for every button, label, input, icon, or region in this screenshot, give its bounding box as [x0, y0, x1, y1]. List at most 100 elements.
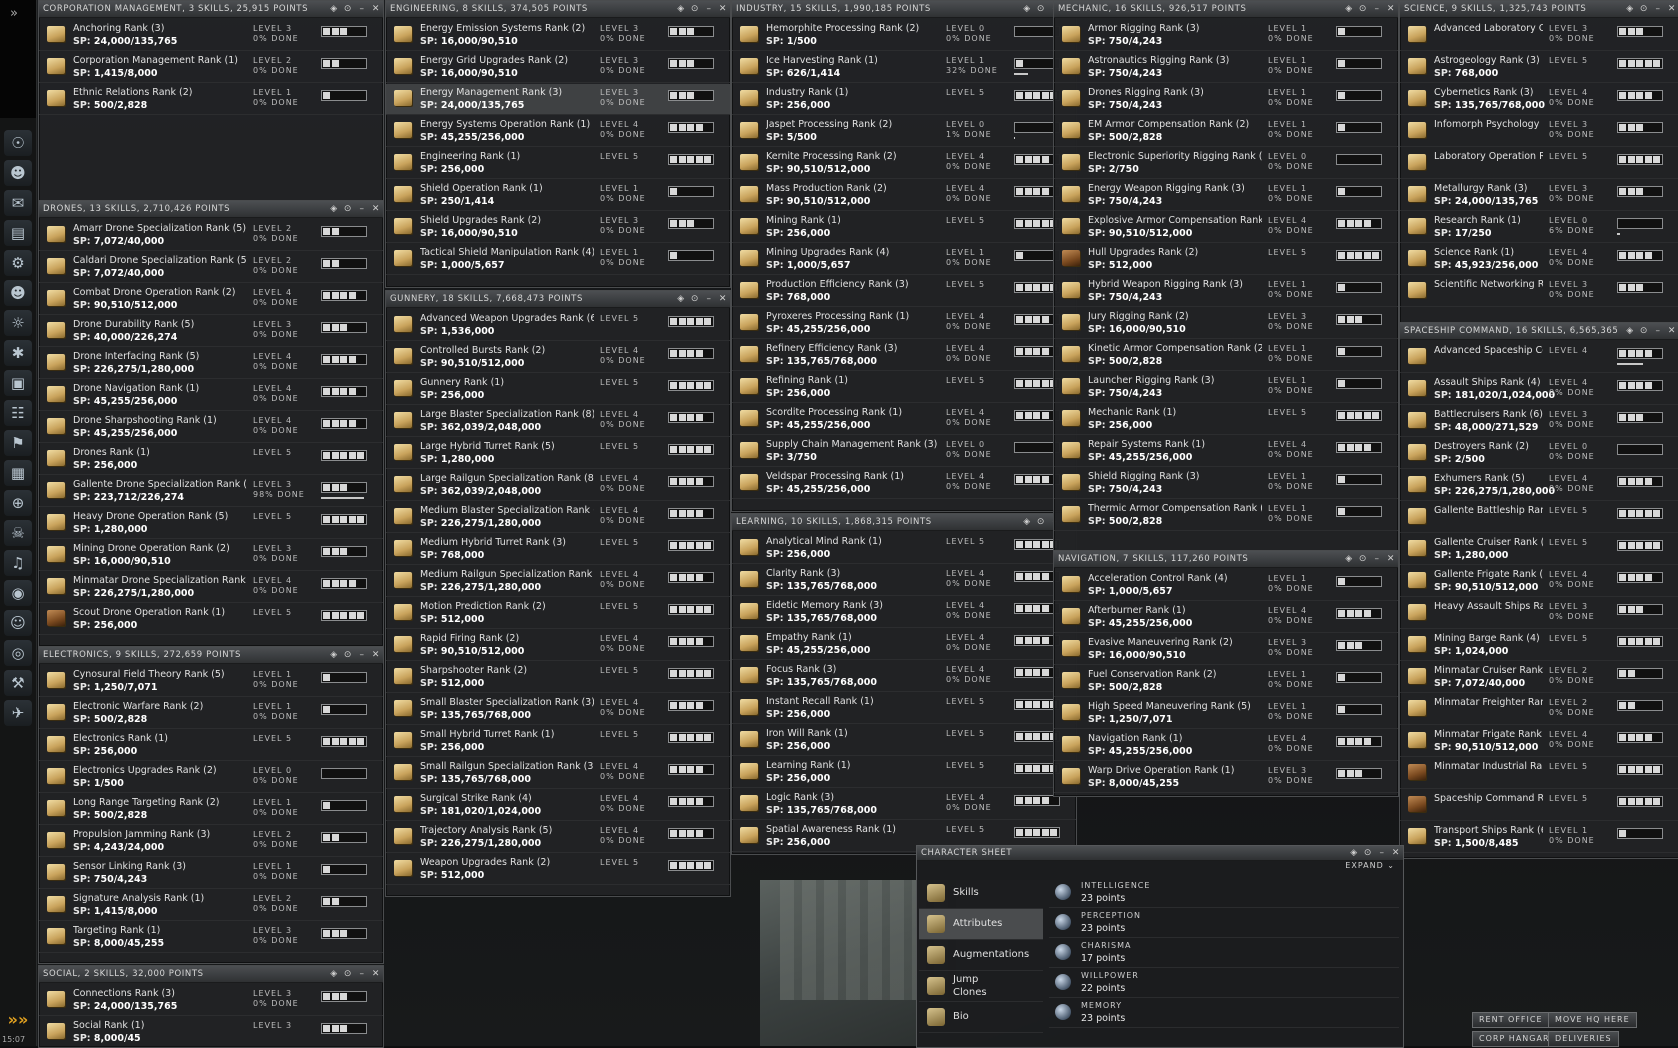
close-icon[interactable]: ✕: [369, 650, 383, 660]
portrait-icon[interactable]: ☉: [4, 130, 32, 156]
minimize-icon[interactable]: –: [1370, 4, 1384, 14]
minimize-icon[interactable]: –: [355, 204, 369, 214]
info-icon[interactable]: ◈: [1623, 4, 1637, 14]
mail-icon[interactable]: ✉: [4, 190, 32, 216]
fitting-icon[interactable]: ◎: [4, 640, 32, 666]
skill-row[interactable]: Cybernetics Rank (3)SP: 135,765/768,000L…: [1400, 84, 1678, 115]
ships-icon[interactable]: ⚒: [4, 670, 32, 696]
close-icon[interactable]: ✕: [1665, 4, 1678, 14]
skill-row[interactable]: Fuel Conservation Rank (2)SP: 500/2,828L…: [1054, 666, 1398, 697]
settings-icon[interactable]: ⊙: [341, 4, 355, 14]
skill-row[interactable]: Surgical Strike Rank (4)SP: 181,020/1,02…: [386, 790, 730, 821]
skill-row[interactable]: Minmatar Frigate Rank (2)SP: 90,510/512,…: [1400, 726, 1678, 757]
skill-row[interactable]: Metallurgy Rank (3)SP: 24,000/135,765LEV…: [1400, 180, 1678, 211]
skill-row[interactable]: Scout Drone Operation Rank (1)SP: 256,00…: [39, 604, 383, 635]
skill-row[interactable]: Targeting Rank (1)SP: 8,000/45,255LEVEL …: [39, 922, 383, 953]
info-icon[interactable]: ◈: [1020, 517, 1034, 527]
minimize-icon[interactable]: –: [1370, 554, 1384, 564]
settings-icon[interactable]: ⊙: [341, 650, 355, 660]
skill-row[interactable]: Refinery Efficiency Rank (3)SP: 135,765/…: [732, 340, 1076, 371]
skill-row[interactable]: Research Rank (1)SP: 17/250LEVEL 06% DON…: [1400, 212, 1678, 243]
skill-row[interactable]: Mining Barge Rank (4)SP: 1,024,000LEVEL …: [1400, 630, 1678, 661]
tab-augmentations[interactable]: Augmentations: [919, 940, 1043, 971]
wallet-icon[interactable]: ☺: [4, 610, 32, 636]
skill-row[interactable]: Energy Management Rank (3)SP: 24,000/135…: [386, 84, 730, 115]
skill-row[interactable]: Veldspar Processing Rank (1)SP: 45,255/2…: [732, 468, 1076, 499]
skill-row[interactable]: Assault Ships Rank (4)SP: 181,020/1,024,…: [1400, 374, 1678, 405]
skill-row[interactable]: Mining Rank (1)SP: 256,000LEVEL 5: [732, 212, 1076, 243]
skill-group-header[interactable]: DRONES, 13 SKILLS, 2,710,426 POINTS◈⊙–✕: [39, 201, 383, 218]
minimize-icon[interactable]: –: [355, 969, 369, 979]
close-icon[interactable]: ✕: [369, 969, 383, 979]
expand-button[interactable]: EXPAND ⌄: [1345, 861, 1395, 870]
logbook-icon[interactable]: ♫: [4, 550, 32, 576]
skill-row[interactable]: Large Railgun Specialization Rank (8)SP:…: [386, 470, 730, 501]
corp-hangar-button[interactable]: CORP HANGAR: [1472, 1031, 1557, 1047]
corp-icon[interactable]: ☠: [4, 520, 32, 546]
settings-icon[interactable]: ⊙: [1637, 4, 1651, 14]
skill-row[interactable]: Scordite Processing Rank (1)SP: 45,255/2…: [732, 404, 1076, 435]
info-icon[interactable]: ◈: [674, 294, 688, 304]
skill-row[interactable]: Small Blaster Specialization Rank (3)SP:…: [386, 694, 730, 725]
character-sheet-header[interactable]: CHARACTER SHEET ◈ ⊙ – ✕: [917, 846, 1403, 861]
skill-row[interactable]: Amarr Drone Specialization Rank (5)SP: 7…: [39, 220, 383, 251]
skill-row[interactable]: Exhumers Rank (5)SP: 226,275/1,280,000LE…: [1400, 470, 1678, 501]
minimize-icon[interactable]: –: [1651, 4, 1665, 14]
settings-icon[interactable]: ⊙: [1361, 848, 1375, 858]
info-icon[interactable]: ◈: [327, 4, 341, 14]
skill-row[interactable]: Warp Drive Operation Rank (1)SP: 8,000/4…: [1054, 762, 1398, 793]
skill-row[interactable]: Astrogeology Rank (3)SP: 768,000LEVEL 5: [1400, 52, 1678, 83]
skill-row[interactable]: Gallente Battleship Rank (8)LEVEL 5: [1400, 502, 1678, 533]
skill-row[interactable]: Gallente Drone Specialization Rank (5)SP…: [39, 476, 383, 507]
close-icon[interactable]: ✕: [716, 294, 730, 304]
skill-row[interactable]: Mining Drone Operation Rank (2)SP: 16,00…: [39, 540, 383, 571]
close-icon[interactable]: ✕: [1389, 848, 1403, 858]
skill-row[interactable]: Drone Interfacing Rank (5)SP: 226,275/1,…: [39, 348, 383, 379]
skill-row[interactable]: Instant Recall Rank (1)SP: 256,000LEVEL …: [732, 693, 1076, 724]
skill-row[interactable]: Advanced Weapon Upgrades Rank (6)SP: 1,5…: [386, 310, 730, 341]
skill-row[interactable]: Afterburner Rank (1)SP: 45,255/256,000LE…: [1054, 602, 1398, 633]
skill-group-header[interactable]: ENGINEERING, 8 SKILLS, 374,505 POINTS◈⊙–…: [386, 1, 730, 18]
skill-row[interactable]: Minmatar Freighter Rank (10)LEVEL 20% DO…: [1400, 694, 1678, 725]
settings-icon[interactable]: ⊙: [688, 4, 702, 14]
info-icon[interactable]: ◈: [1020, 4, 1034, 14]
skill-row[interactable]: Jaspet Processing Rank (2)SP: 5/500LEVEL…: [732, 116, 1076, 147]
map-icon[interactable]: ⚙: [4, 250, 32, 276]
skill-row[interactable]: Science Rank (1)SP: 45,923/256,000LEVEL …: [1400, 244, 1678, 275]
settings-icon[interactable]: ⊙: [1356, 4, 1370, 14]
skill-row[interactable]: Heavy Assault Ships Rank (6)LEVEL 30% DO…: [1400, 598, 1678, 629]
skill-row[interactable]: Kernite Processing Rank (2)SP: 90,510/51…: [732, 148, 1076, 179]
minimize-icon[interactable]: –: [1375, 848, 1389, 858]
close-icon[interactable]: ✕: [1384, 4, 1398, 14]
skill-row[interactable]: Electronics Upgrades Rank (2)SP: 1/500LE…: [39, 762, 383, 793]
skill-row[interactable]: Hull Upgrades Rank (2)SP: 512,000LEVEL 5: [1054, 244, 1398, 275]
skill-row[interactable]: Gallente Frigate Rank (2)SP: 90,510/512,…: [1400, 566, 1678, 597]
skill-group-header[interactable]: ELECTRONICS, 9 SKILLS, 272,659 POINTS◈⊙–…: [39, 647, 383, 664]
cargo-icon[interactable]: ▣: [4, 370, 32, 396]
skill-row[interactable]: Refining Rank (1)SP: 256,000LEVEL 5: [732, 372, 1076, 403]
skill-row[interactable]: Anchoring Rank (3)SP: 24,000/135,765LEVE…: [39, 20, 383, 51]
skill-row[interactable]: Sensor Linking Rank (3)SP: 750/4,243LEVE…: [39, 858, 383, 889]
skill-row[interactable]: Weapon Upgrades Rank (2)SP: 512,000LEVEL…: [386, 854, 730, 885]
contracts-icon[interactable]: ⚑: [4, 430, 32, 456]
skill-row[interactable]: Engineering Rank (1)SP: 256,000LEVEL 5: [386, 148, 730, 179]
help-icon[interactable]: ⊕: [4, 490, 32, 516]
skill-row[interactable]: Industry Rank (1)SP: 256,000LEVEL 5: [732, 84, 1076, 115]
skill-row[interactable]: Social Rank (1)SP: 8,000/45LEVEL 3: [39, 1017, 383, 1047]
settings-icon[interactable]: ⊙: [688, 294, 702, 304]
close-icon[interactable]: ✕: [716, 4, 730, 14]
skill-row[interactable]: Medium Hybrid Turret Rank (3)SP: 768,000…: [386, 534, 730, 565]
info-icon[interactable]: ◈: [674, 4, 688, 14]
neocom-expand-icon[interactable]: »: [10, 6, 18, 21]
skill-group-header[interactable]: MECHANIC, 16 SKILLS, 926,517 POINTS◈⊙–✕: [1054, 1, 1398, 18]
skill-row[interactable]: Analytical Mind Rank (1)SP: 256,000LEVEL…: [732, 533, 1076, 564]
skill-row[interactable]: EM Armor Compensation Rank (2)SP: 500/2,…: [1054, 116, 1398, 147]
skill-row[interactable]: Energy Weapon Rigging Rank (3)SP: 750/4,…: [1054, 180, 1398, 211]
skill-row[interactable]: Repair Systems Rank (1)SP: 45,255/256,00…: [1054, 436, 1398, 467]
assets-icon[interactable]: ▦: [4, 460, 32, 486]
skill-group-header[interactable]: SCIENCE, 9 SKILLS, 1,325,743 POINTS◈⊙–✕: [1400, 1, 1678, 18]
skill-row[interactable]: Large Blaster Specialization Rank (8)SP:…: [386, 406, 730, 437]
skill-row[interactable]: Evasive Maneuvering Rank (2)SP: 16,000/9…: [1054, 634, 1398, 665]
skill-row[interactable]: Energy Systems Operation Rank (1)SP: 45,…: [386, 116, 730, 147]
tab-attributes[interactable]: Attributes: [919, 909, 1043, 940]
